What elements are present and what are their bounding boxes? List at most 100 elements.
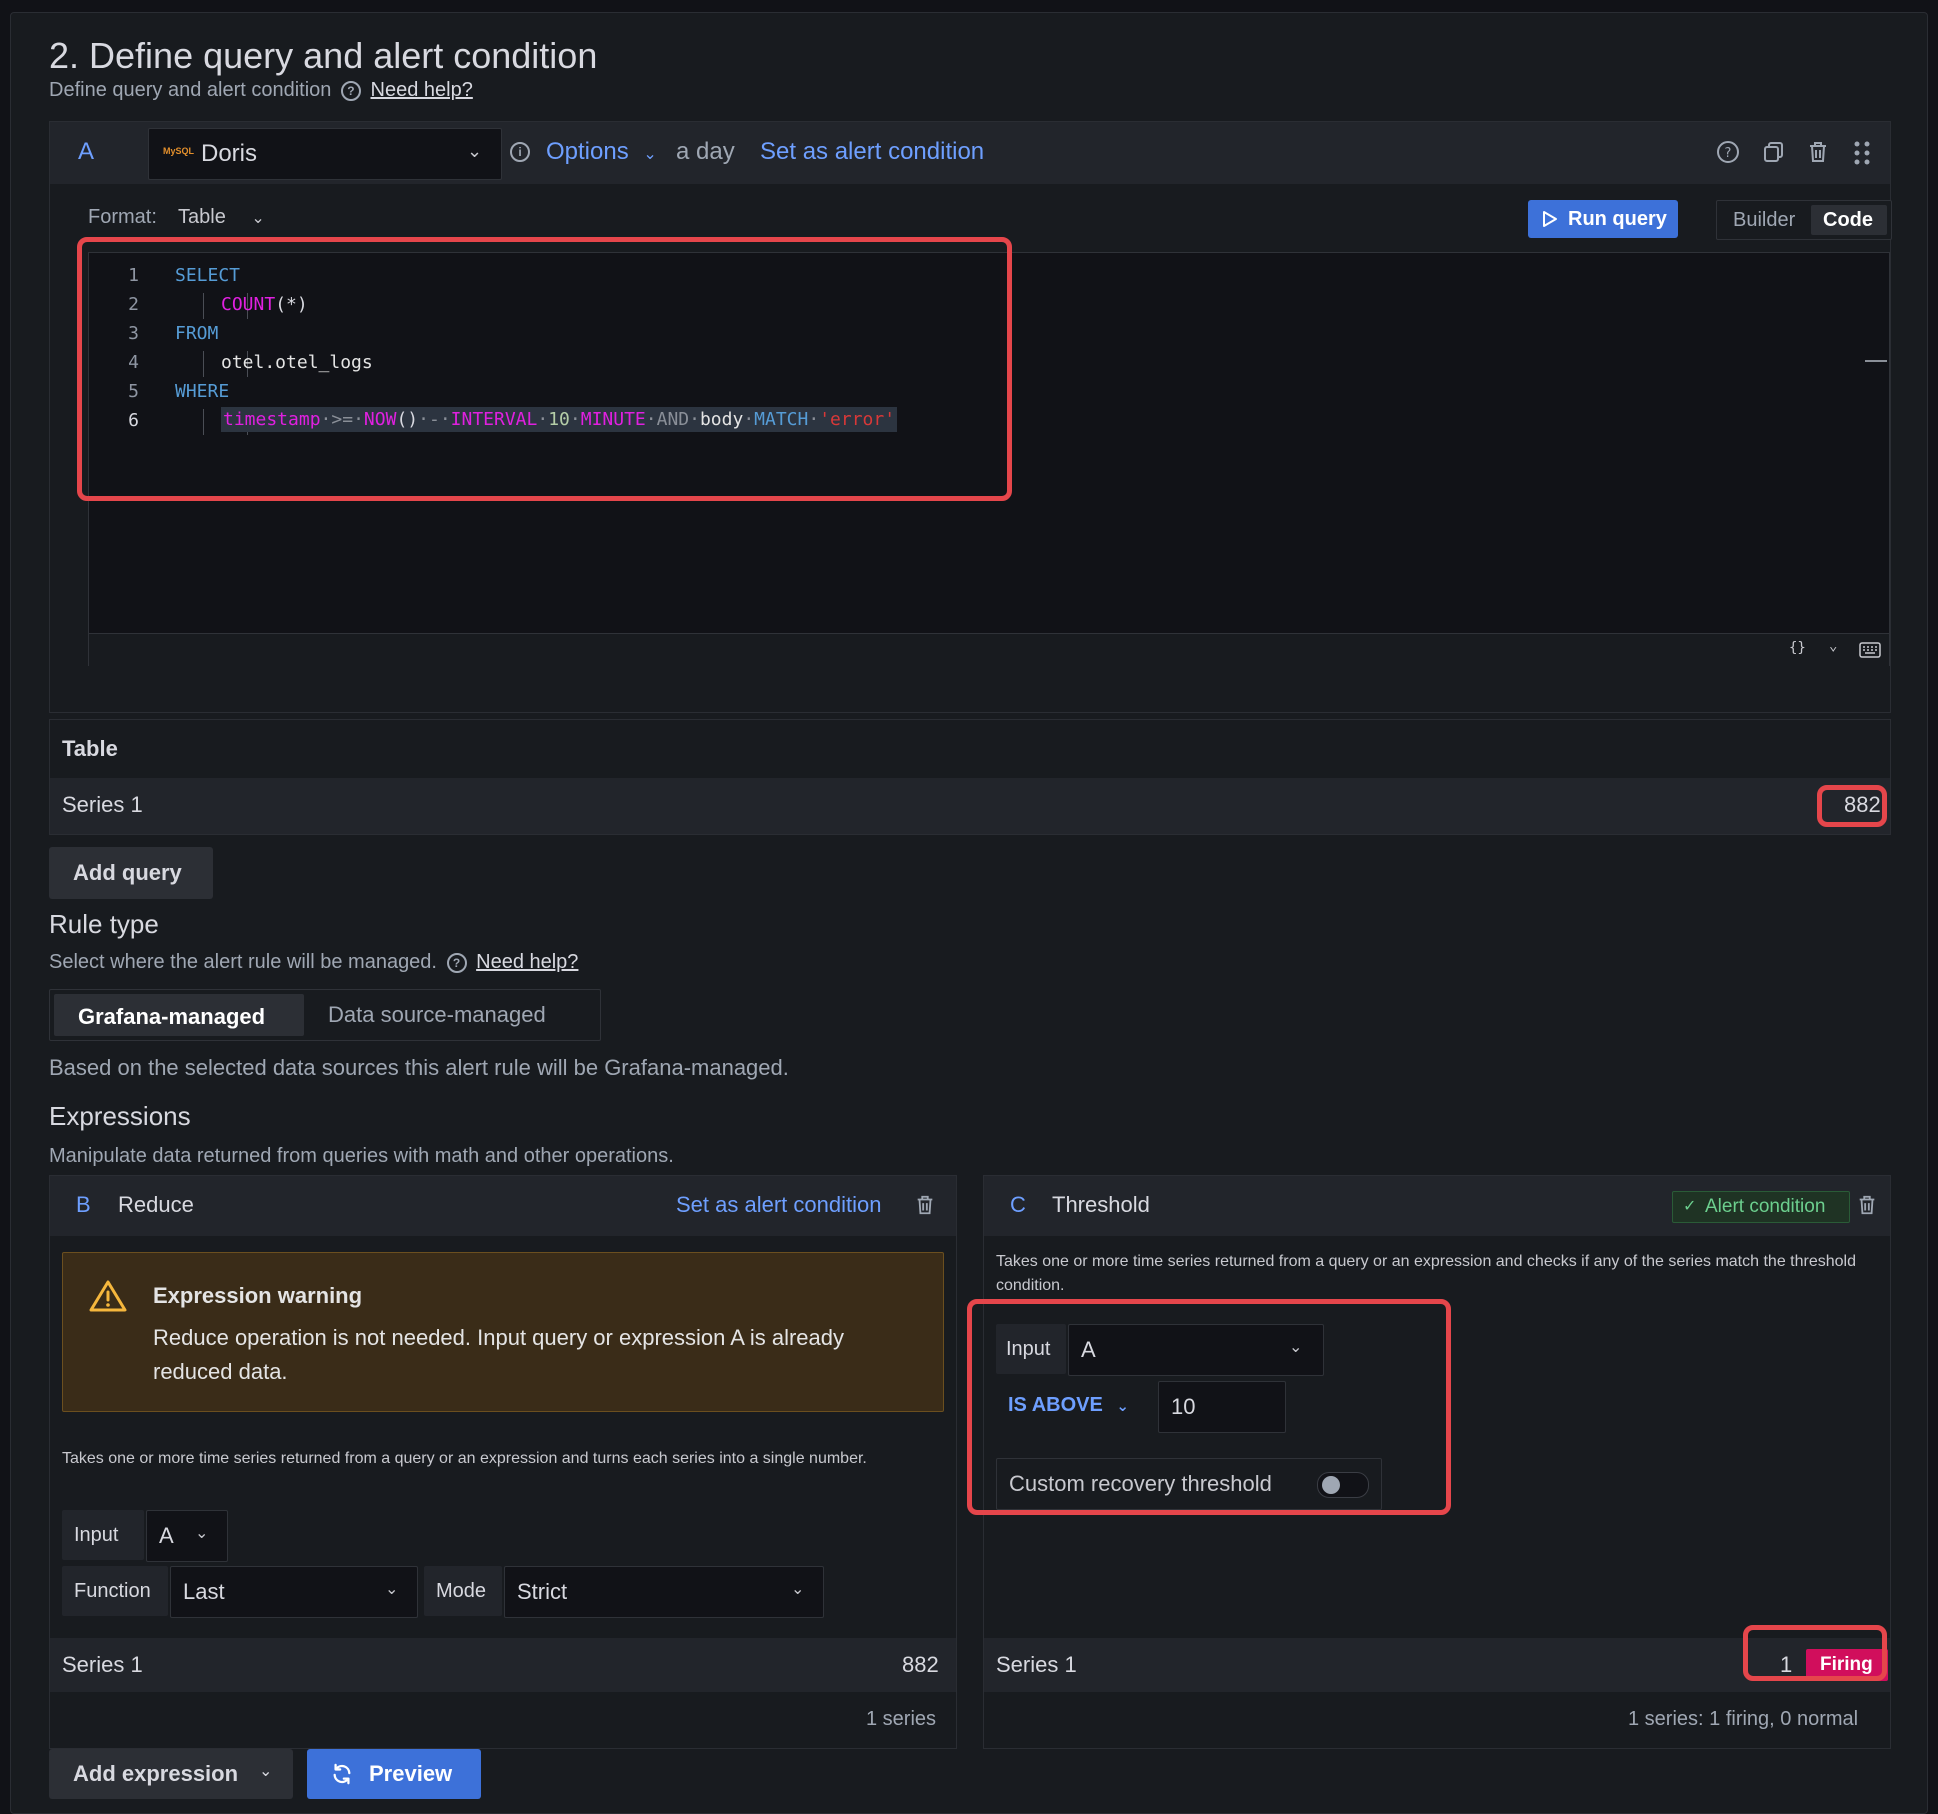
- trash-icon[interactable]: [1856, 1194, 1878, 1216]
- warning-title: Expression warning: [153, 1283, 363, 1308]
- threshold-description: Takes one or more time series returned f…: [996, 1253, 1856, 1294]
- run-query-label: Run query: [1568, 208, 1667, 230]
- reduce-expression-card: B Reduce Set as alert condition Expressi…: [49, 1175, 957, 1749]
- section-subtitle: Define query and alert condition: [49, 79, 332, 101]
- series-name: Series 1: [62, 1652, 143, 1677]
- chevron-down-icon: ⌄: [385, 1581, 399, 1598]
- reduce-header: B Reduce Set as alert condition: [50, 1176, 956, 1236]
- trash-icon[interactable]: [1806, 140, 1830, 164]
- builder-mode-option[interactable]: Builder: [1733, 209, 1795, 232]
- chevron-down-icon: ⌄: [259, 1763, 273, 1780]
- highlight-value-box: [1817, 785, 1887, 827]
- add-expression-button[interactable]: Add expression ⌄: [49, 1749, 293, 1799]
- need-help-link[interactable]: Need help?: [476, 951, 578, 973]
- threshold-header: C Threshold ✓ Alert condition: [984, 1176, 1890, 1236]
- reduce-input-select[interactable]: A ⌄: [146, 1510, 228, 1562]
- series-value: 882: [902, 1652, 939, 1677]
- datasource-name: Doris: [201, 140, 258, 167]
- check-icon: ✓: [1683, 1198, 1697, 1215]
- minimap-indicator: [1865, 360, 1887, 362]
- select-value: Last: [183, 1579, 225, 1604]
- preview-label: Preview: [369, 1761, 453, 1786]
- alert-rule-page: 2. Define query and alert condition Defi…: [10, 12, 1928, 1814]
- expression-name: Threshold: [1052, 1192, 1150, 1217]
- time-range-text: a day: [676, 138, 735, 165]
- format-value: Table: [178, 206, 226, 228]
- chevron-down-icon[interactable]: ⌄: [1829, 638, 1837, 654]
- query-header: A MySQL Doris ⌄ i Options ⌄ a day Set as…: [50, 122, 1890, 184]
- format-code-icon[interactable]: {}: [1789, 640, 1806, 656]
- run-query-button[interactable]: Run query: [1528, 200, 1678, 238]
- alert-condition-badge: ✓ Alert condition: [1672, 1191, 1850, 1223]
- highlight-firing-box: [1743, 1625, 1887, 1681]
- datasource-picker[interactable]: MySQL Doris ⌄: [148, 128, 502, 180]
- rule-type-subtitle: Select where the alert rule will be mana…: [49, 951, 437, 973]
- table-row: Series 1 882: [50, 778, 1890, 834]
- keyboard-icon[interactable]: [1859, 642, 1881, 658]
- result-table: Table Series 1 882: [49, 719, 1891, 835]
- play-icon: [1543, 211, 1557, 227]
- highlight-threshold-box: [967, 1299, 1451, 1515]
- trash-icon[interactable]: [914, 1194, 936, 1216]
- preview-button[interactable]: Preview: [307, 1749, 481, 1799]
- drag-handle-icon[interactable]: [1852, 140, 1872, 166]
- expression-name: Reduce: [118, 1192, 194, 1217]
- expression-ref-label: B: [76, 1192, 91, 1217]
- mode-label: Mode: [424, 1566, 502, 1616]
- expressions-subtitle: Manipulate data returned from queries wi…: [49, 1145, 674, 1167]
- expression-ref-label: C: [1010, 1192, 1026, 1217]
- query-ref-label[interactable]: A: [78, 138, 94, 166]
- grafana-managed-label: Grafana-managed: [78, 1004, 266, 1029]
- editor-footer: {} ⌄: [89, 633, 1889, 666]
- set-alert-condition-link[interactable]: Set as alert condition: [760, 138, 984, 166]
- mode-select[interactable]: Strict ⌄: [504, 1566, 824, 1618]
- chevron-down-icon: ⌄: [251, 210, 265, 227]
- svg-text:?: ?: [1725, 146, 1732, 161]
- warning-icon: [89, 1280, 127, 1312]
- rule-type-subtitle-row: Select where the alert rule will be mana…: [49, 951, 578, 974]
- series-count: 1 series: [866, 1708, 937, 1730]
- help-circle-icon: ?: [446, 952, 467, 973]
- duplicate-icon[interactable]: [1762, 140, 1786, 164]
- chevron-down-icon: ⌄: [195, 1525, 209, 1542]
- rule-type-switch: Grafana-managed Data source-managed: [49, 989, 601, 1041]
- chevron-down-icon: ⌄: [467, 141, 483, 161]
- table-header: Table: [62, 736, 118, 761]
- reduce-description: Takes one or more time series returned f…: [62, 1450, 867, 1467]
- expressions-title: Expressions: [49, 1101, 191, 1131]
- need-help-link[interactable]: Need help?: [371, 79, 473, 101]
- help-circle-icon: ?: [340, 80, 361, 101]
- highlight-code-box: [77, 237, 1012, 501]
- rule-type-title: Rule type: [49, 909, 159, 939]
- function-select[interactable]: Last ⌄: [170, 1566, 418, 1618]
- format-label: Format:: [88, 206, 157, 228]
- add-query-label: Add query: [73, 860, 182, 885]
- input-label: Input: [62, 1510, 144, 1560]
- rule-type-note: Based on the selected data sources this …: [49, 1055, 789, 1080]
- mysql-logo-icon: MySQL: [163, 146, 195, 156]
- datasource-managed-option[interactable]: Data source-managed: [328, 1002, 546, 1028]
- set-alert-condition-link[interactable]: Set as alert condition: [676, 1192, 881, 1218]
- editor-mode-switch: Builder Code: [1716, 200, 1892, 240]
- select-value: Strict: [517, 1579, 568, 1604]
- select-value: A: [159, 1523, 174, 1548]
- chevron-down-icon: ⌄: [791, 1581, 805, 1598]
- add-query-button[interactable]: Add query: [49, 847, 213, 899]
- help-icon[interactable]: ?: [1716, 140, 1740, 164]
- code-mode-option[interactable]: Code: [1811, 205, 1887, 235]
- grafana-managed-option[interactable]: Grafana-managed: [54, 994, 304, 1036]
- format-select[interactable]: Table ⌄: [178, 206, 265, 229]
- warning-text: Reduce operation is not needed. Input qu…: [153, 1325, 845, 1384]
- add-expression-label: Add expression: [73, 1761, 239, 1786]
- code-mode-label: Code: [1823, 209, 1873, 231]
- series-name: Series 1: [62, 792, 143, 817]
- options-toggle[interactable]: Options ⌄: [546, 138, 657, 166]
- chevron-down-icon: ⌄: [643, 146, 657, 163]
- section-title: 2. Define query and alert condition: [49, 35, 598, 76]
- options-label: Options: [546, 138, 629, 165]
- function-label: Function: [62, 1566, 168, 1616]
- section-subtitle-row: Define query and alert condition ? Need …: [49, 79, 473, 102]
- series-name: Series 1: [996, 1652, 1077, 1677]
- series-summary: 1 series: 1 firing, 0 normal: [1628, 1708, 1859, 1730]
- info-icon: i: [510, 142, 530, 162]
